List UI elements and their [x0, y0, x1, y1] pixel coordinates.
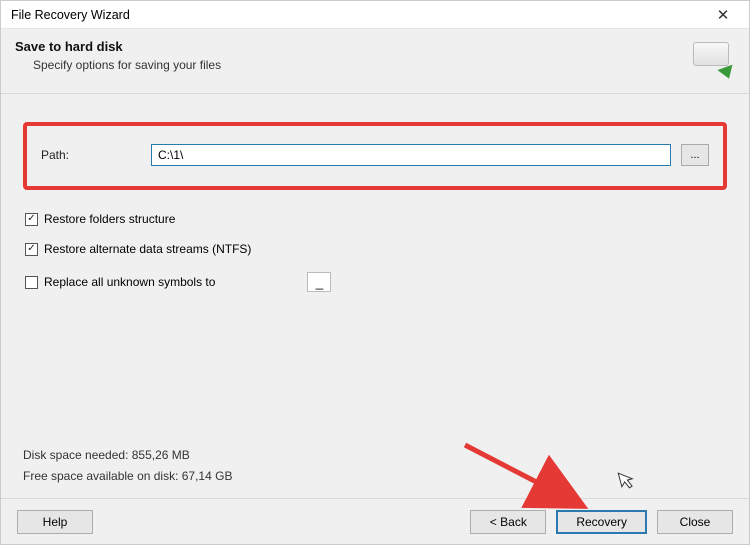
replace-symbols-input[interactable] [307, 272, 331, 292]
replace-symbols-label: Replace all unknown symbols to [44, 275, 215, 289]
back-button[interactable]: < Back [470, 510, 546, 534]
restore-ads-checkbox[interactable] [25, 243, 38, 256]
browse-button[interactable]: ... [681, 144, 709, 166]
titlebar: File Recovery Wizard ✕ [1, 1, 749, 29]
wizard-body: Path: ... Restore folders structure Rest… [1, 94, 749, 498]
help-button[interactable]: Help [17, 510, 93, 534]
disk-space-free: Free space available on disk: 67,14 GB [23, 466, 232, 486]
path-label: Path: [41, 148, 141, 162]
path-highlight-box: Path: ... [23, 122, 727, 190]
header-heading: Save to hard disk [15, 39, 221, 54]
wizard-window: File Recovery Wizard ✕ Save to hard disk… [0, 0, 750, 545]
header-subheading: Specify options for saving your files [33, 58, 221, 72]
restore-ads-label: Restore alternate data streams (NTFS) [44, 242, 251, 256]
close-icon[interactable]: ✕ [705, 4, 741, 26]
window-title: File Recovery Wizard [11, 8, 130, 22]
disk-info: Disk space needed: 855,26 MB Free space … [23, 445, 232, 486]
path-input[interactable] [151, 144, 671, 166]
wizard-header: Save to hard disk Specify options for sa… [1, 29, 749, 94]
restore-folders-option: Restore folders structure [25, 212, 725, 226]
restore-ads-option: Restore alternate data streams (NTFS) [25, 242, 725, 256]
hard-disk-icon [691, 39, 735, 79]
replace-symbols-option: Replace all unknown symbols to [25, 272, 725, 292]
wizard-footer: Help < Back Recovery Close [1, 498, 749, 544]
restore-folders-label: Restore folders structure [44, 212, 175, 226]
replace-symbols-checkbox[interactable] [25, 276, 38, 289]
recovery-button[interactable]: Recovery [556, 510, 647, 534]
header-text: Save to hard disk Specify options for sa… [15, 39, 221, 72]
close-button[interactable]: Close [657, 510, 733, 534]
disk-space-needed: Disk space needed: 855,26 MB [23, 445, 232, 465]
restore-folders-checkbox[interactable] [25, 213, 38, 226]
options-group: Restore folders structure Restore altern… [21, 212, 729, 292]
